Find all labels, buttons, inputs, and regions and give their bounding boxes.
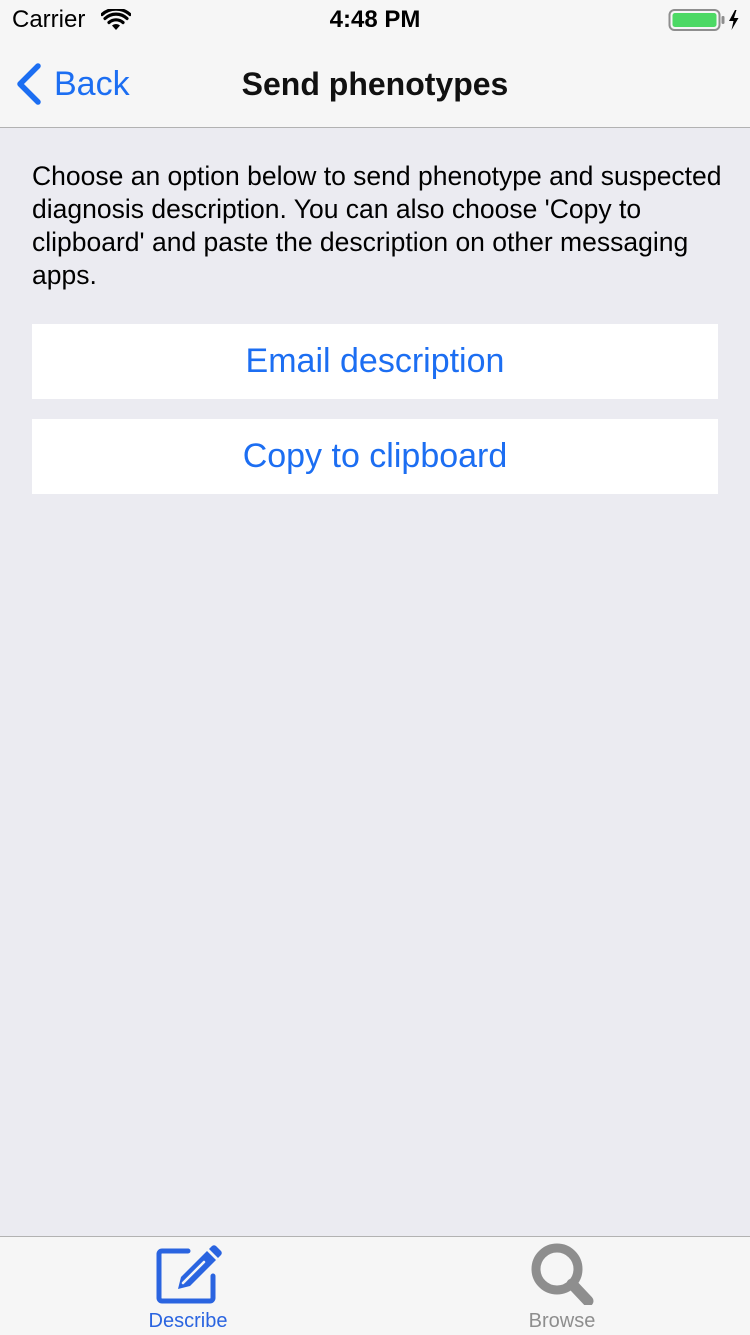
back-label: Back	[54, 65, 130, 103]
tab-describe[interactable]: Describe	[88, 1237, 288, 1335]
tab-browse[interactable]: Browse	[462, 1237, 662, 1335]
tab-bar: Describe Browse	[0, 1236, 750, 1335]
tab-browse-label: Browse	[528, 1310, 596, 1332]
page-title: Send phenotypes	[241, 66, 509, 102]
status-bar: Carrier 4:48 PM	[0, 0, 750, 40]
instructions-text: Choose an option below to send phenotype…	[32, 161, 722, 290]
back-button[interactable]: Back	[14, 60, 130, 108]
search-icon	[531, 1243, 594, 1305]
battery-charging-icon	[668, 9, 739, 31]
status-time: 4:48 PM	[329, 6, 421, 33]
edit-pencil-icon	[156, 1245, 222, 1304]
email-description-button[interactable]: Email description	[32, 324, 718, 399]
navigation-bar: Back Send phenotypes	[0, 40, 750, 128]
tab-describe-label: Describe	[148, 1310, 228, 1332]
chevron-left-icon	[17, 63, 41, 105]
copy-to-clipboard-button[interactable]: Copy to clipboard	[32, 419, 718, 494]
